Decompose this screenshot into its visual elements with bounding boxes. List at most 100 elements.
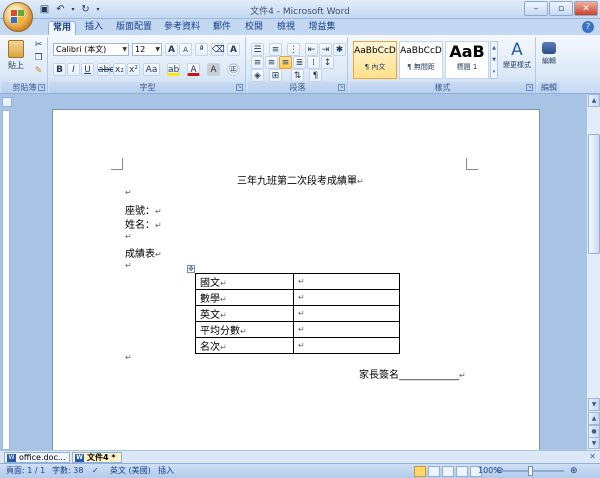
grow-font-icon[interactable]: A bbox=[165, 43, 178, 56]
document-title[interactable]: 三年九班第二次段考成績單↵ bbox=[237, 172, 364, 187]
table-cell[interactable]: 英文↵ bbox=[195, 305, 294, 322]
decrease-indent-icon[interactable]: ⇤ bbox=[305, 43, 318, 56]
cut-icon[interactable]: ✂ bbox=[32, 39, 45, 52]
bullets-icon[interactable]: ☰ bbox=[251, 43, 264, 56]
align-right-icon[interactable]: ≡ bbox=[279, 56, 292, 69]
font-color-icon[interactable]: A bbox=[187, 63, 200, 76]
subscript-icon[interactable]: x₂ bbox=[113, 63, 126, 76]
empty-paragraph[interactable]: ↵ bbox=[125, 232, 132, 241]
close-button[interactable]: ✕ bbox=[574, 1, 598, 16]
shrink-font-icon[interactable]: A bbox=[179, 43, 192, 56]
change-case-icon[interactable]: Aa bbox=[143, 63, 160, 76]
tab-home[interactable]: 常用 bbox=[48, 21, 76, 35]
distributed-icon[interactable]: ⁞ bbox=[307, 56, 320, 69]
tab-page-layout[interactable]: 版面配置 bbox=[112, 21, 156, 35]
tab-mailings[interactable]: 郵件 bbox=[208, 21, 236, 35]
line-spacing-icon[interactable]: ↕ bbox=[321, 56, 334, 69]
empty-paragraph[interactable]: ↵ bbox=[125, 188, 132, 197]
outline-view-icon[interactable] bbox=[456, 466, 468, 477]
tab-insert[interactable]: 插入 bbox=[80, 21, 108, 35]
report-line[interactable]: 成績表↵ bbox=[125, 245, 162, 260]
tab-view[interactable]: 檢視 bbox=[272, 21, 300, 35]
enclose-characters-icon[interactable]: ㊣ bbox=[227, 63, 240, 76]
table-cell[interactable]: ↵ bbox=[293, 289, 400, 306]
help-icon[interactable]: ? bbox=[582, 21, 594, 33]
scroll-thumb[interactable] bbox=[588, 134, 600, 254]
minimize-button[interactable]: – bbox=[524, 1, 548, 16]
align-center-icon[interactable]: ≡ bbox=[265, 56, 278, 69]
table-cell[interactable]: 數學↵ bbox=[195, 289, 294, 306]
justify-icon[interactable]: ≣ bbox=[293, 56, 306, 69]
ruler-toggle-icon[interactable] bbox=[2, 97, 12, 107]
status-page[interactable]: 頁面: 1 / 1 bbox=[6, 464, 45, 478]
shading-icon[interactable]: ◈ bbox=[251, 69, 264, 82]
status-words[interactable]: 字數: 38 bbox=[52, 464, 83, 478]
copy-icon[interactable]: ❐ bbox=[32, 52, 45, 65]
signature-line[interactable]: 家長簽名____________↵ bbox=[359, 366, 466, 381]
paste-button[interactable]: 貼上 bbox=[4, 39, 28, 79]
style-heading1[interactable]: AaB 標題 1 bbox=[445, 41, 489, 79]
tab-bar-close-icon[interactable]: ✕ bbox=[589, 452, 596, 461]
full-screen-reading-icon[interactable] bbox=[428, 466, 440, 477]
table-move-handle-icon[interactable]: ✥ bbox=[187, 265, 195, 273]
table-cell[interactable]: ↵ bbox=[293, 305, 400, 322]
multilevel-list-icon[interactable]: ⋮ bbox=[287, 43, 300, 56]
next-page-icon[interactable]: ▼ bbox=[588, 437, 600, 449]
table-cell[interactable]: ↵ bbox=[293, 321, 400, 338]
styles-launcher-icon[interactable]: ↘ bbox=[526, 84, 533, 91]
style-normal[interactable]: AaBbCcD ¶ 內文 bbox=[353, 41, 397, 79]
tab-review[interactable]: 校閱 bbox=[240, 21, 268, 35]
show-marks-icon[interactable]: ¶ bbox=[309, 69, 322, 82]
bold-icon[interactable]: B bbox=[53, 63, 66, 76]
proofing-icon[interactable]: ✓ bbox=[92, 464, 99, 478]
vertical-ruler[interactable] bbox=[2, 110, 10, 450]
format-painter-icon[interactable]: ✎ bbox=[32, 65, 45, 78]
empty-paragraph[interactable]: ↵ bbox=[125, 261, 132, 270]
scroll-up-icon[interactable]: ▲ bbox=[588, 94, 600, 107]
vertical-scrollbar[interactable]: ▲ ▼ ▲ ● ▼ bbox=[586, 94, 600, 450]
editing-button[interactable]: 編輯 bbox=[538, 39, 560, 79]
style-no-spacing[interactable]: AaBbCcD ¶ 無間距 bbox=[399, 41, 443, 79]
status-language[interactable]: 英文 (美國) bbox=[110, 464, 151, 478]
align-left-icon[interactable]: ≡ bbox=[251, 56, 264, 69]
document-page[interactable]: 三年九班第二次段考成績單↵ ↵ 座號：↵ 姓名：↵ ↵ 成績表↵ ↵ ✥ 國文↵… bbox=[52, 109, 540, 450]
sort-icon[interactable]: ⇅ bbox=[291, 69, 304, 82]
borders-icon[interactable]: ⊞ bbox=[269, 69, 282, 82]
tab-references[interactable]: 參考資料 bbox=[160, 21, 204, 35]
strikethrough-icon[interactable]: abe bbox=[97, 63, 115, 76]
font-launcher-icon[interactable]: ↘ bbox=[236, 84, 243, 91]
zoom-slider-knob[interactable] bbox=[528, 466, 533, 476]
web-layout-icon[interactable] bbox=[442, 466, 454, 477]
paragraph-launcher-icon[interactable]: ↘ bbox=[338, 84, 345, 91]
doc-tab-current[interactable]: W 文件4 * bbox=[72, 452, 122, 463]
font-name-combo[interactable]: Calibri (本文) ▼ bbox=[53, 43, 129, 56]
tab-addins[interactable]: 增益集 bbox=[304, 21, 340, 35]
superscript-icon[interactable]: x² bbox=[127, 63, 140, 76]
styles-scroll[interactable]: ▲ ▼ ▾ bbox=[490, 41, 498, 79]
status-mode[interactable]: 插入 bbox=[158, 464, 174, 478]
doc-tab-office[interactable]: W office.doc... bbox=[4, 452, 70, 463]
score-table[interactable]: 國文↵ ↵ 數學↵ ↵ 英文↵ ↵ 平均分數↵ ↵ 名次↵ ↵ bbox=[195, 273, 400, 354]
maximize-button[interactable]: ▫ bbox=[549, 1, 573, 16]
zoom-in-icon[interactable]: ⊕ bbox=[570, 464, 578, 478]
zoom-slider[interactable] bbox=[502, 470, 564, 472]
scroll-down-icon[interactable]: ▼ bbox=[588, 398, 600, 411]
name-line[interactable]: 姓名：↵ bbox=[125, 216, 162, 231]
table-cell[interactable]: 平均分數↵ bbox=[195, 321, 294, 338]
clear-formatting-icon[interactable]: ⌫ bbox=[211, 43, 225, 56]
character-border-icon[interactable]: A bbox=[227, 43, 240, 56]
underline-icon[interactable]: U bbox=[81, 63, 94, 76]
character-shading-icon[interactable]: A bbox=[207, 63, 220, 76]
numbering-icon[interactable]: ≡ bbox=[269, 43, 282, 56]
italic-icon[interactable]: I bbox=[67, 63, 80, 76]
highlight-icon[interactable]: ab bbox=[167, 63, 180, 76]
print-layout-view-icon[interactable] bbox=[414, 466, 426, 477]
office-button[interactable] bbox=[3, 2, 33, 32]
table-cell[interactable]: 國文↵ bbox=[195, 273, 294, 290]
seat-number-line[interactable]: 座號：↵ bbox=[125, 202, 162, 217]
clipboard-launcher-icon[interactable]: ↘ bbox=[38, 84, 45, 91]
phonetic-guide-icon[interactable]: ª bbox=[195, 43, 208, 56]
previous-page-icon[interactable]: ▲ bbox=[588, 412, 600, 425]
table-cell[interactable]: ↵ bbox=[293, 273, 400, 290]
empty-paragraph[interactable]: ↵ bbox=[125, 353, 132, 362]
